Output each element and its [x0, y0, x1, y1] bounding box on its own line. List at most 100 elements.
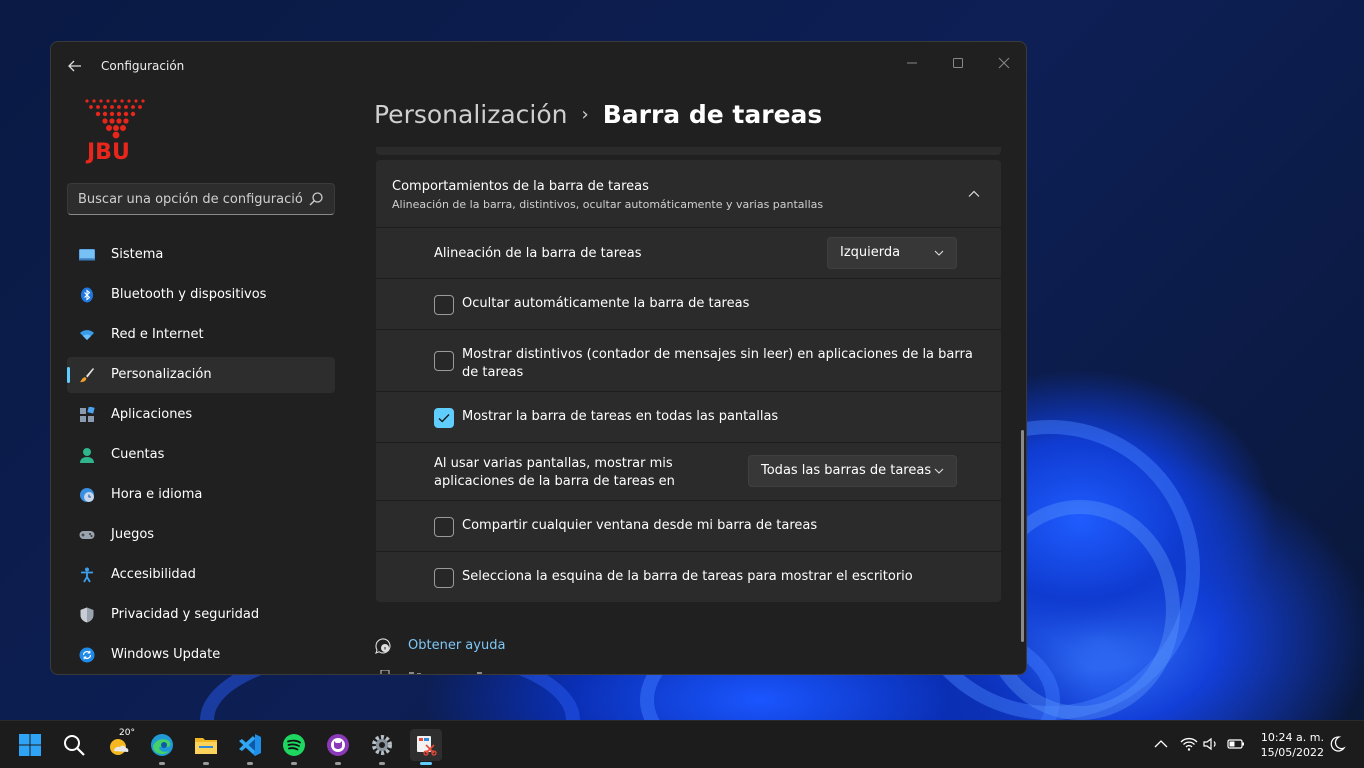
sidebar-item-label: Bluetooth y dispositivos	[111, 287, 267, 302]
sidebar-item-label: Windows Update	[111, 647, 221, 662]
share-window-label: Compartir cualquier ventana desde mi bar…	[462, 518, 818, 533]
wifi-icon[interactable]	[1180, 735, 1198, 753]
corner-desktop-checkbox[interactable]	[434, 568, 454, 588]
sidebar-item-bluetooth[interactable]: Bluetooth y dispositivos	[67, 277, 335, 313]
accessibility-icon	[81, 567, 93, 583]
page-title: Barra de tareas	[602, 100, 823, 129]
active-indicator	[67, 367, 70, 383]
all-displays-checkbox[interactable]	[434, 408, 454, 428]
running-indicator	[247, 762, 253, 765]
taskbar-edge[interactable]	[146, 729, 178, 765]
share-window-checkbox[interactable]	[434, 517, 454, 537]
minimize-button[interactable]	[889, 48, 935, 78]
search-input[interactable]	[78, 184, 303, 214]
breadcrumb-parent[interactable]: Personalización	[374, 100, 568, 129]
chevron-up-icon[interactable]	[1152, 735, 1170, 753]
scrollbar-thumb[interactable]	[1021, 430, 1024, 642]
taskbar-spotify[interactable]	[278, 729, 310, 765]
sidebar-item-label: Cuentas	[111, 447, 165, 462]
autohide-checkbox[interactable]	[434, 295, 454, 315]
taskbar-settings[interactable]	[366, 729, 398, 765]
badges-checkbox[interactable]	[434, 351, 454, 371]
share-window-row: Compartir cualquier ventana desde mi bar…	[376, 501, 1001, 552]
file-explorer-icon	[195, 738, 217, 754]
breadcrumb: Personalización › Barra de tareas	[374, 100, 822, 129]
sidebar-item-accessibility[interactable]: Accesibilidad	[67, 557, 335, 593]
feedback-link-partial[interactable]	[377, 670, 497, 675]
multi-display-row: Al usar varias pantallas, mostrar mis ap…	[376, 443, 1001, 501]
alignment-label: Alineación de la barra de tareas	[434, 246, 642, 261]
running-indicator	[203, 762, 209, 765]
multi-display-label-line2: aplicaciones de la barra de tareas en	[434, 474, 675, 489]
sidebar-nav: Sistema Bluetooth y dispositivos Red e I…	[67, 237, 335, 674]
taskbar-search-button[interactable]	[58, 729, 90, 761]
breadcrumb-separator: ›	[581, 104, 589, 125]
sidebar-item-privacy[interactable]: Privacidad y seguridad	[67, 597, 335, 633]
spotify-icon	[283, 734, 305, 756]
settings-window: Configuración JBU Buscar una opción de c…	[50, 41, 1027, 675]
taskbar-file-explorer[interactable]	[190, 729, 222, 765]
weather-temperature: 20°	[119, 728, 135, 738]
sidebar-item-label: Accesibilidad	[111, 567, 196, 582]
sidebar-item-network[interactable]: Red e Internet	[67, 317, 335, 353]
sidebar-item-accounts[interactable]: Cuentas	[67, 437, 335, 473]
gamepad-icon	[79, 531, 95, 539]
edge-icon	[151, 734, 173, 756]
running-indicator	[291, 762, 297, 765]
multi-display-dropdown[interactable]: Todas las barras de tareas	[748, 455, 957, 487]
running-indicator	[159, 762, 165, 765]
badges-row: Mostrar distintivos (contador de mensaje…	[376, 330, 1001, 392]
maximize-button[interactable]	[935, 48, 981, 78]
previous-card-edge	[376, 147, 1001, 155]
taskbar-vscode[interactable]	[234, 729, 266, 765]
close-button[interactable]	[981, 48, 1026, 78]
section-subtitle: Alineación de la barra, distintivos, ocu…	[392, 198, 824, 211]
start-button[interactable]	[14, 729, 46, 761]
active-app-indicator	[420, 762, 432, 765]
all-displays-label: Mostrar la barra de tareas en todas las …	[462, 409, 779, 424]
autohide-row: Ocultar automáticamente la barra de tare…	[376, 279, 1001, 330]
clock-globe-icon	[80, 488, 94, 502]
search-icon[interactable]	[308, 191, 324, 207]
multi-display-label-line1: Al usar varias pantallas, mostrar mis	[434, 456, 673, 471]
running-indicator	[379, 762, 385, 765]
sidebar-item-apps[interactable]: Aplicaciones	[67, 397, 335, 433]
taskbar-behaviors-card: Comportamientos de la barra de tareas Al…	[376, 160, 1001, 602]
multi-display-value: Todas las barras de tareas	[761, 463, 932, 478]
system-clock[interactable]: 10:24 a. m. 15/05/2022	[1254, 730, 1324, 760]
alignment-dropdown[interactable]: Izquierda	[827, 237, 957, 269]
sidebar-item-label: Juegos	[111, 527, 155, 542]
taskbar-snipping-tool[interactable]	[410, 729, 442, 765]
get-help-link[interactable]: Obtener ayuda	[408, 638, 505, 653]
sidebar-item-gaming[interactable]: Juegos	[67, 517, 335, 553]
snipping-tool-icon	[417, 736, 437, 756]
corner-desktop-row: Selecciona la esquina de la barra de tar…	[376, 552, 1001, 602]
monitor-icon	[79, 249, 95, 261]
moon-icon[interactable]	[1328, 735, 1346, 753]
person-icon	[80, 448, 94, 463]
sidebar-item-personalization[interactable]: Personalización	[67, 357, 335, 393]
sidebar-item-windows-update[interactable]: Windows Update	[67, 637, 335, 673]
multi-display-label: Al usar varias pantallas, mostrar mis ap…	[434, 455, 675, 491]
chevron-down-icon	[934, 250, 944, 256]
chevron-up-icon[interactable]	[968, 188, 980, 200]
section-header[interactable]: Comportamientos de la barra de tareas Al…	[376, 160, 1001, 228]
battery-icon[interactable]	[1227, 735, 1245, 753]
back-arrow-icon[interactable]	[65, 56, 85, 76]
title-bar: Configuración	[51, 42, 1026, 90]
badges-label: Mostrar distintivos (contador de mensaje…	[462, 346, 973, 382]
sidebar-item-time-language[interactable]: Hora e idioma	[67, 477, 335, 513]
sidebar-item-label: Sistema	[111, 247, 164, 262]
settings-search[interactable]	[67, 183, 335, 215]
badges-label-line1: Mostrar distintivos (contador de mensaje…	[462, 347, 973, 362]
github-icon	[327, 734, 349, 756]
badges-label-line2: de tareas	[462, 365, 524, 380]
corner-desktop-label: Selecciona la esquina de la barra de tar…	[462, 569, 913, 584]
checkmark-icon	[438, 414, 450, 423]
taskbar-github[interactable]	[322, 729, 354, 765]
clock-date: 15/05/2022	[1260, 746, 1324, 759]
volume-icon[interactable]	[1202, 735, 1220, 753]
sidebar-item-sistema[interactable]: Sistema	[67, 237, 335, 273]
taskbar: 20° 10:24 a. m. 15/05/2022	[0, 720, 1364, 768]
sidebar-item-label: Aplicaciones	[111, 407, 193, 422]
